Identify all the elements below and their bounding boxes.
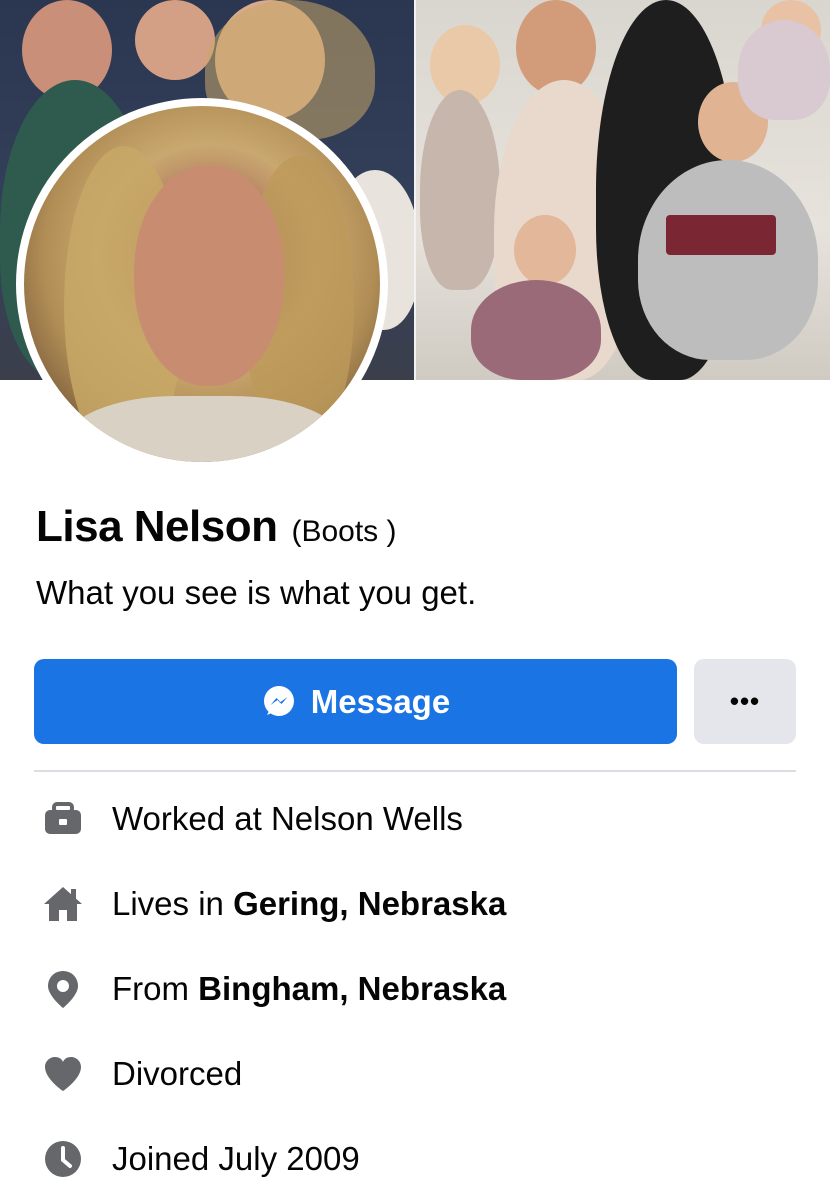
intro-lives[interactable]: Lives in Gering, Nebraska [40, 882, 506, 926]
intro-from[interactable]: From Bingham, Nebraska [40, 967, 506, 1011]
more-dots-icon: ••• [729, 686, 761, 716]
heart-icon [40, 1051, 86, 1097]
intro-from-place[interactable]: Bingham, Nebraska [198, 970, 506, 1007]
intro-work[interactable]: Worked at Nelson Wells [40, 797, 463, 841]
profile-bio: What you see is what you get. [36, 574, 477, 611]
intro-work-text: Worked at Nelson Wells [112, 800, 463, 837]
section-divider [34, 770, 796, 772]
clock-icon [40, 1136, 86, 1182]
cover-photo-right [416, 0, 830, 380]
intro-from-text: From Bingham, Nebraska [112, 970, 507, 1007]
messenger-icon [263, 685, 294, 716]
message-button-label: Message [310, 682, 451, 720]
message-button[interactable]: Message [34, 659, 677, 744]
location-pin-icon [40, 966, 86, 1012]
profile-nickname: (Boots ) [291, 515, 397, 548]
intro-joined-text: Joined July 2009 [112, 1140, 360, 1177]
more-options-button[interactable]: ••• [694, 659, 796, 744]
intro-lives-place[interactable]: Gering, Nebraska [233, 885, 506, 922]
intro-relationship[interactable]: Divorced [40, 1052, 242, 1096]
intro-lives-text: Lives in Gering, Nebraska [112, 885, 507, 922]
intro-joined[interactable]: Joined July 2009 [40, 1137, 360, 1181]
home-icon [40, 881, 86, 927]
profile-name: Lisa Nelson [36, 502, 278, 551]
avatar[interactable] [24, 106, 380, 462]
intro-relationship-text: Divorced [112, 1055, 243, 1092]
briefcase-icon [40, 796, 86, 842]
profile-name-row: Lisa Nelson (Boots ) [36, 502, 397, 552]
